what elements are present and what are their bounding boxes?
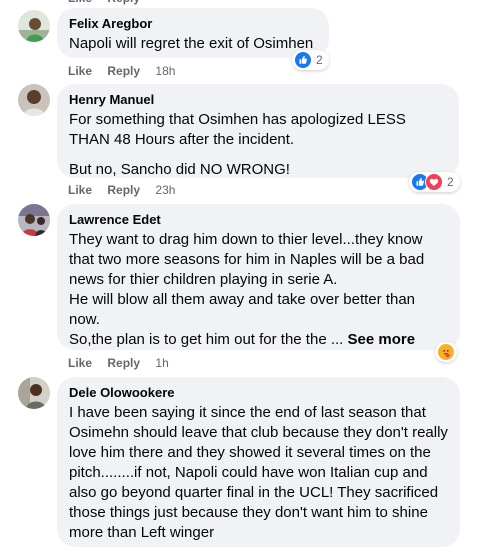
avatar[interactable] <box>18 84 50 116</box>
comment-paragraph: He will blow all them away and take over… <box>69 291 416 328</box>
comment-timestamp[interactable]: 18h <box>155 64 175 78</box>
reaction-count: 2 <box>316 53 323 67</box>
reply-button[interactable]: Reply <box>107 356 140 370</box>
reply-button[interactable]: Reply <box>107 0 140 5</box>
like-button[interactable]: Like <box>68 356 92 370</box>
comment-timestamp[interactable]: 23h <box>155 183 175 197</box>
comment-actions: Like Reply 1h <box>68 355 169 371</box>
reaction-summary[interactable] <box>435 342 457 362</box>
reaction-count: 2 <box>447 175 454 189</box>
comment-author[interactable]: Henry Manuel <box>69 92 447 108</box>
reply-button[interactable]: Reply <box>107 183 140 197</box>
comment-paragraph: For something that Osimhen has apologize… <box>69 111 406 148</box>
comment-paragraph: They want to drag him down to thier leve… <box>69 231 425 288</box>
comment-paragraph: I have been saying it since the end of l… <box>69 404 448 541</box>
comment-text: Napoli will regret the exit of Osimhen <box>69 34 317 54</box>
avatar[interactable] <box>18 377 50 409</box>
care-icon <box>437 343 455 361</box>
comment-author[interactable]: Dele Olowookere <box>69 385 448 401</box>
comment-paragraph: Napoli will regret the exit of Osimhen <box>69 35 314 52</box>
reaction-summary[interactable]: 2 <box>409 172 460 192</box>
comment-text: For something that Osimhen has apologize… <box>69 110 447 180</box>
comment-paragraph: So,the plan is to get him out for the th… <box>69 330 448 350</box>
comment-actions: Like Reply 18h <box>68 63 175 79</box>
comment-timestamp[interactable]: 1h <box>155 356 168 370</box>
comment-text: They want to drag him down to thier leve… <box>69 230 448 350</box>
like-button[interactable]: Like <box>68 183 92 197</box>
comment-text: I have been saying it since the end of l… <box>69 403 448 543</box>
love-icon <box>425 173 443 191</box>
comment-bubble: Henry Manuel For something that Osimhen … <box>57 84 459 178</box>
comment-author[interactable]: Lawrence Edet <box>69 212 448 228</box>
see-more-link[interactable]: See more <box>348 331 416 348</box>
comment-bubble: Felix Aregbor Napoli will regret the exi… <box>57 8 329 58</box>
comment-bubble: Dele Olowookere I have been saying it si… <box>57 377 460 547</box>
comment-paragraph: But no, Sancho did NO WRONG! <box>69 161 290 178</box>
comment-bubble: Lawrence Edet They want to drag him down… <box>57 204 460 350</box>
previous-comment-actions: Like Reply <box>0 0 499 5</box>
like-button[interactable]: Like <box>68 0 92 5</box>
comment-author[interactable]: Felix Aregbor <box>69 16 317 32</box>
comment-actions: Like Reply 23h <box>68 182 175 198</box>
avatar[interactable] <box>18 10 50 42</box>
like-button[interactable]: Like <box>68 64 92 78</box>
reaction-summary[interactable]: 2 <box>292 50 329 70</box>
reply-button[interactable]: Reply <box>107 64 140 78</box>
avatar[interactable] <box>18 204 50 236</box>
like-icon <box>294 51 312 69</box>
comment-paragraph-text: So,the plan is to get him out for the th… <box>69 331 344 348</box>
